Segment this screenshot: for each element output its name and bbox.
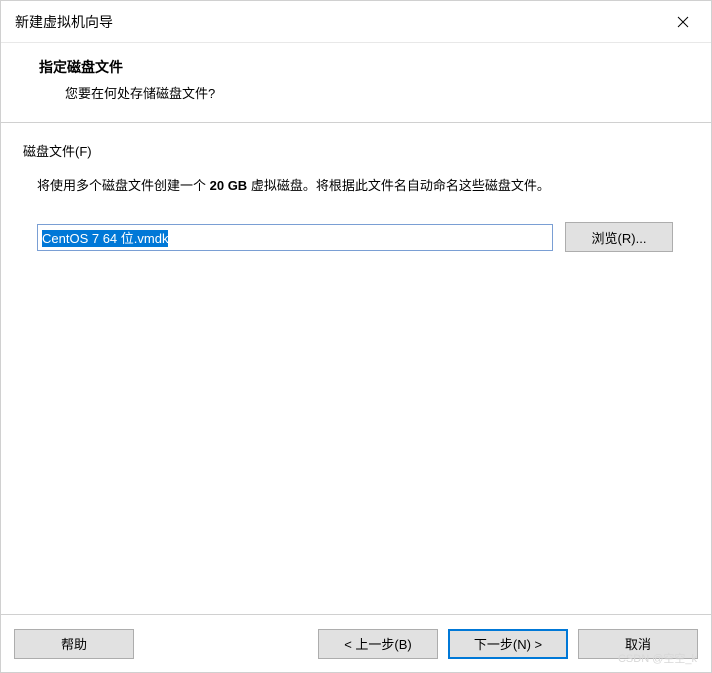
cancel-button[interactable]: 取消	[578, 629, 698, 659]
titlebar: 新建虚拟机向导	[1, 1, 711, 43]
wizard-footer: 帮助 < 上一步(B) 下一步(N) > 取消	[1, 614, 711, 672]
help-button[interactable]: 帮助	[14, 629, 134, 659]
description-pre: 将使用多个磁盘文件创建一个	[37, 178, 210, 193]
disk-description: 将使用多个磁盘文件创建一个 20 GB 虚拟磁盘。将根据此文件名自动命名这些磁盘…	[23, 174, 689, 198]
page-subtitle: 您要在何处存储磁盘文件?	[39, 83, 697, 102]
footer-left: 帮助	[14, 629, 134, 659]
content-area: 磁盘文件(F) 将使用多个磁盘文件创建一个 20 GB 虚拟磁盘。将根据此文件名…	[1, 123, 711, 252]
close-icon	[677, 16, 689, 28]
window-title: 新建虚拟机向导	[15, 12, 113, 32]
page-title: 指定磁盘文件	[39, 57, 697, 77]
description-post: 虚拟磁盘。将根据此文件名自动命名这些磁盘文件。	[247, 178, 550, 193]
wizard-header: 指定磁盘文件 您要在何处存储磁盘文件?	[1, 43, 711, 122]
footer-right: < 上一步(B) 下一步(N) > 取消	[318, 629, 698, 659]
disk-file-value: CentOS 7 64 位.vmdk	[42, 230, 168, 247]
description-size: 20 GB	[210, 178, 248, 193]
back-button[interactable]: < 上一步(B)	[318, 629, 438, 659]
browse-button[interactable]: 浏览(R)...	[565, 222, 673, 252]
disk-file-input[interactable]: CentOS 7 64 位.vmdk	[37, 224, 553, 251]
next-button[interactable]: 下一步(N) >	[448, 629, 568, 659]
file-input-row: CentOS 7 64 位.vmdk 浏览(R)...	[23, 222, 689, 252]
disk-file-label: 磁盘文件(F)	[23, 141, 689, 160]
close-button[interactable]	[669, 8, 697, 36]
